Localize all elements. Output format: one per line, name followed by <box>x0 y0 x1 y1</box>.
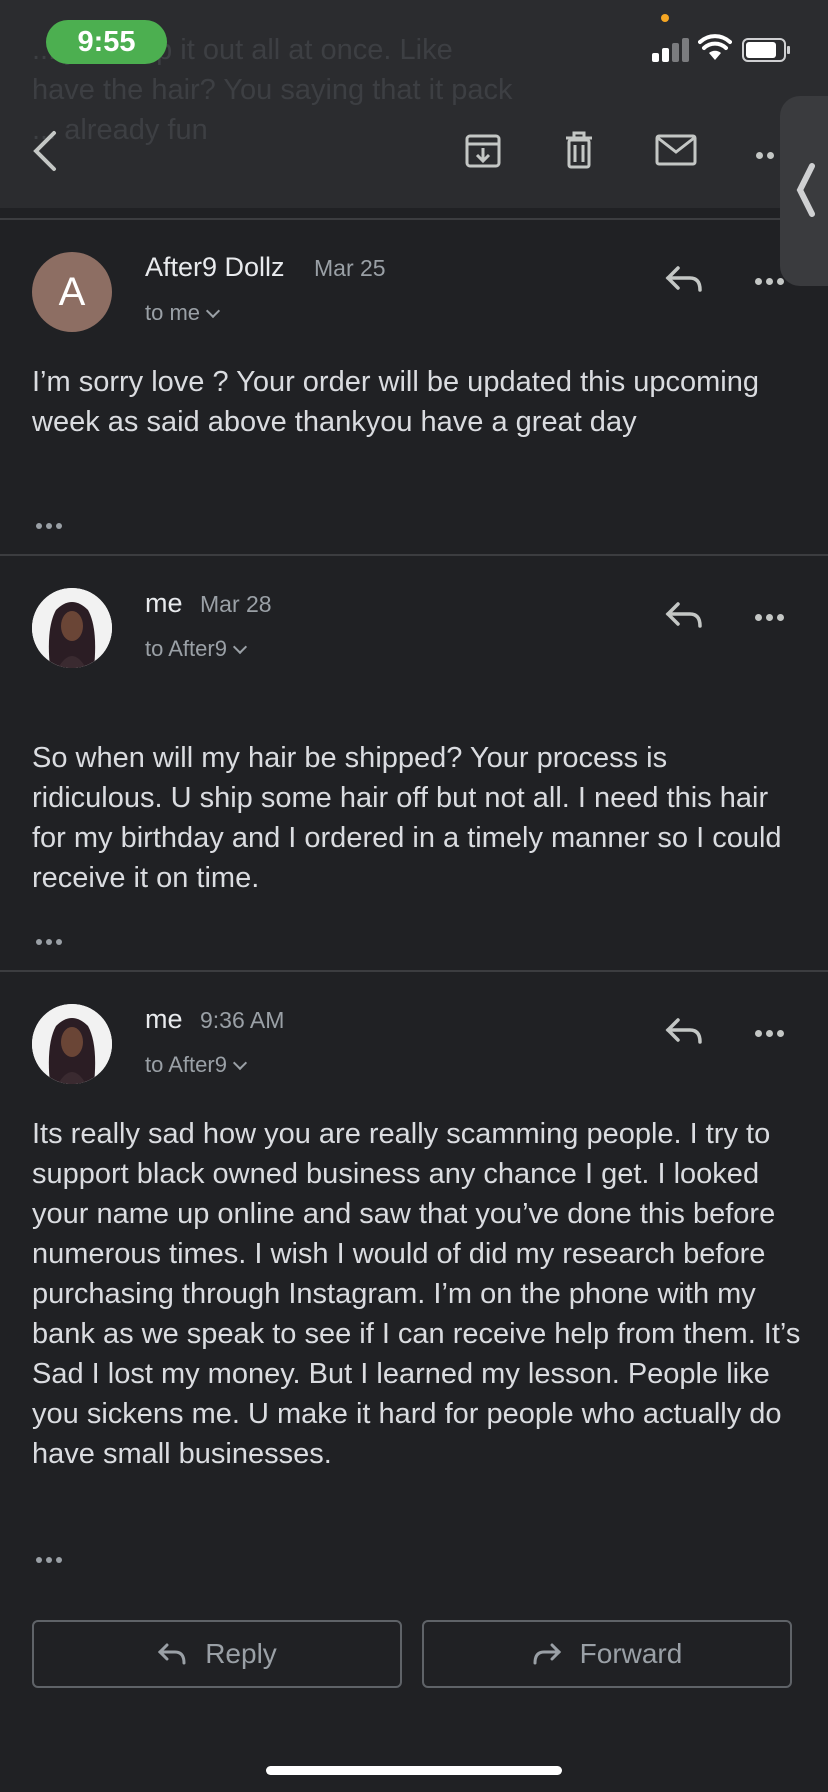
back-arrow-icon[interactable] <box>30 130 58 172</box>
chevron-left-icon <box>796 163 815 217</box>
mail-icon[interactable] <box>655 134 697 166</box>
trash-icon[interactable] <box>562 130 596 170</box>
reply-icon[interactable] <box>664 264 704 294</box>
sender-name: me <box>145 588 183 618</box>
recipients-toggle[interactable]: to me <box>145 300 221 326</box>
archive-icon[interactable] <box>464 130 502 170</box>
avatar: A <box>32 252 112 332</box>
message-body: Its really sad how you are really scammi… <box>32 1118 801 1470</box>
reply-icon <box>158 1643 186 1665</box>
recipients-label: to me <box>145 300 201 325</box>
reply-icon[interactable] <box>664 600 704 630</box>
ghost-line: have the hair? You saying that it pack <box>32 74 513 106</box>
more-icon[interactable] <box>755 1024 788 1042</box>
avatar <box>32 588 112 668</box>
top-app-bar: ... you ship it out all at once. Like ha… <box>0 0 828 208</box>
reply-icon[interactable] <box>664 1016 704 1046</box>
message-body: So when will my hair be shipped? Your pr… <box>32 742 782 894</box>
profile-photo-icon <box>32 1004 112 1084</box>
forward-button[interactable]: Forward <box>422 1620 792 1688</box>
reply-button[interactable]: Reply <box>32 1620 402 1688</box>
battery-icon <box>742 38 790 62</box>
chevron-down-icon <box>205 303 221 319</box>
cellular-signal-icon <box>652 36 692 62</box>
show-trimmed-content-icon[interactable] <box>36 932 66 950</box>
wifi-icon <box>698 34 732 60</box>
avatar <box>32 1004 112 1084</box>
email-message[interactable]: A After9 Dollz Mar 25 to me I’m sorry lo… <box>0 220 828 554</box>
email-message[interactable]: me 9:36 AM to After9 Its really sad how … <box>0 972 828 1592</box>
show-trimmed-content-icon[interactable] <box>36 1550 66 1568</box>
recipients-label: to After9 <box>145 636 227 661</box>
chevron-down-icon <box>232 639 248 655</box>
forward-icon <box>533 1643 561 1665</box>
message-date: Mar 28 <box>200 591 272 617</box>
profile-photo-icon <box>32 588 112 668</box>
show-trimmed-content-icon[interactable] <box>36 516 66 534</box>
more-icon[interactable] <box>755 608 788 626</box>
email-message[interactable]: me Mar 28 to After9 So when will my hair… <box>0 556 828 970</box>
message-date: 9:36 AM <box>200 1007 285 1033</box>
forward-label: Forward <box>579 1638 683 1669</box>
message-body: I’m sorry love ? Your order will be upda… <box>32 366 759 438</box>
privacy-indicator-dot <box>661 14 669 22</box>
home-indicator[interactable] <box>266 1766 562 1775</box>
more-options-icon[interactable] <box>756 146 778 164</box>
recipients-label: to After9 <box>145 1052 227 1077</box>
sender-name: me <box>145 1004 183 1034</box>
status-time: 9:55 <box>46 20 167 64</box>
side-panel-handle[interactable] <box>780 96 828 286</box>
reply-label: Reply <box>205 1638 277 1669</box>
recipients-toggle[interactable]: to After9 <box>145 1052 248 1078</box>
recipients-toggle[interactable]: to After9 <box>145 636 248 662</box>
message-date: Mar 25 <box>314 255 386 281</box>
sender-name: After9 Dollz <box>145 252 285 282</box>
chevron-down-icon <box>232 1055 248 1071</box>
